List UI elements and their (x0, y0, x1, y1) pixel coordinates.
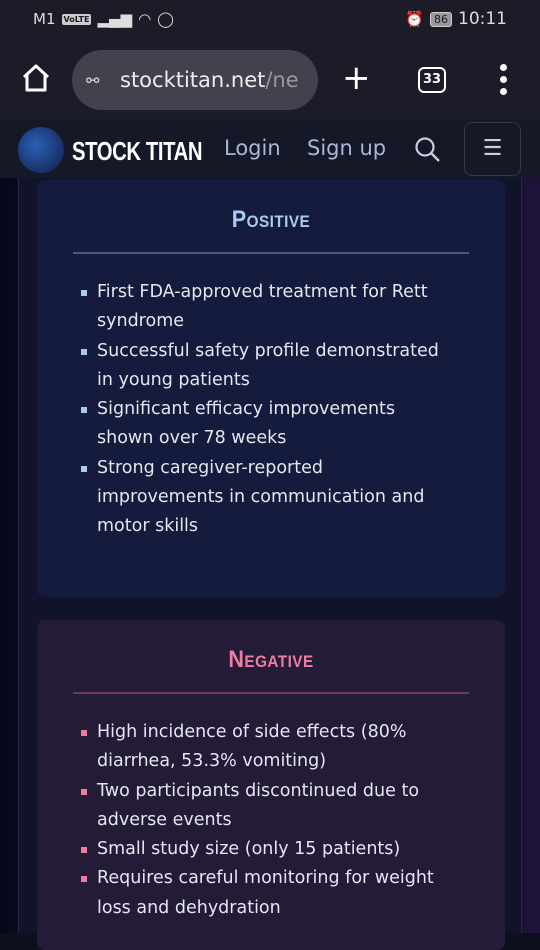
page-content: Positive First FDA-approved treatment fo… (0, 178, 540, 950)
url-path: /ne (265, 68, 299, 92)
whatsapp-icon: ◯ (157, 10, 174, 28)
clock: 10:11 (458, 9, 507, 29)
signal-icon: ▂▄▆ (97, 10, 133, 28)
login-link[interactable]: Login (224, 136, 281, 160)
home-icon[interactable] (20, 62, 52, 94)
battery-icon: 86 (430, 11, 452, 27)
divider (73, 692, 469, 694)
negative-list: High incidence of side effects (80% diar… (79, 718, 439, 923)
carrier: M1 (33, 10, 56, 28)
search-icon[interactable] (414, 136, 442, 164)
divider (73, 252, 469, 254)
address-bar[interactable]: ⚯ stocktitan.net/ne (72, 50, 318, 110)
list-item: High incidence of side effects (80% diar… (79, 718, 439, 777)
list-item: Two participants discontinued due to adv… (79, 777, 439, 836)
list-item: Successful safety profile demonstrated i… (79, 337, 439, 396)
list-item: Requires careful monitoring for weight l… (79, 864, 439, 923)
tab-count-button[interactable]: 33 (418, 67, 446, 93)
list-item: Significant efficacy improvements shown … (79, 395, 439, 454)
status-bar: M1 VoLTE ▂▄▆ ◠ ◯ ⏰ 86 10:11 (0, 0, 540, 40)
list-item: Strong caregiver-reported improvements i… (79, 454, 439, 542)
new-tab-icon[interactable]: + (342, 60, 371, 96)
list-item: Small study size (only 15 patients) (79, 835, 439, 864)
negative-title: Negative (228, 646, 314, 673)
negative-card: Negative High incidence of side effects … (37, 620, 505, 950)
signup-link[interactable]: Sign up (307, 136, 386, 160)
volte-icon: VoLTE (61, 13, 92, 25)
positive-title: Positive (231, 206, 311, 233)
site-settings-icon[interactable]: ⚯ (86, 71, 110, 90)
positive-card: Positive First FDA-approved treatment fo… (37, 180, 505, 597)
hamburger-menu-icon[interactable]: ☰ (464, 122, 521, 176)
site-header: STOCK TITAN Login Sign up ☰ (0, 120, 540, 178)
more-menu-icon[interactable] (496, 64, 510, 95)
alarm-icon: ⏰ (405, 10, 424, 28)
positive-list: First FDA-approved treatment for Rett sy… (79, 278, 439, 542)
browser-toolbar: ⚯ stocktitan.net/ne + 33 (0, 40, 540, 120)
brand-name[interactable]: STOCK TITAN (72, 136, 203, 167)
wifi-icon: ◠ (138, 10, 152, 28)
url-host: stocktitan.net (120, 68, 266, 92)
list-item: First FDA-approved treatment for Rett sy… (79, 278, 439, 337)
stock-titan-logo[interactable] (18, 127, 64, 173)
